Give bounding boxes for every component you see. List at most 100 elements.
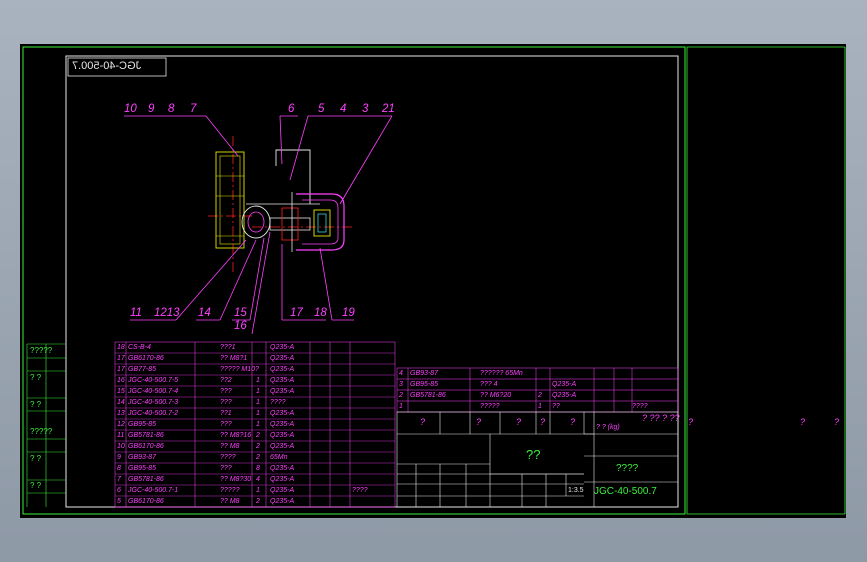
tb-main-title: ??	[526, 447, 541, 462]
bom-row-material: Q235-A	[270, 421, 295, 428]
bom-row-code: GB5781-86	[128, 476, 164, 483]
bom-row-code: JGC-40-500.7-3	[128, 399, 179, 406]
upper-row-material: Q235-A	[552, 381, 577, 388]
right-mark-3: ?	[834, 417, 840, 427]
balloon-top-9: 9	[148, 103, 155, 115]
upper-row-no: 4	[399, 370, 403, 377]
upper-row-qty: 1	[538, 403, 542, 410]
bom-row-note: ????	[352, 487, 368, 494]
balloon-top-8: 8	[168, 103, 175, 115]
balloon-top-6: 6	[288, 103, 295, 115]
bom-row-name: ?? M8?16	[220, 432, 252, 439]
tb-c: ?	[516, 417, 522, 427]
bom-row-qty: 8	[256, 465, 260, 472]
bom-row-name: ???	[220, 421, 232, 428]
bom-row-material: Q235-A	[270, 487, 295, 494]
right-mark-2: ?	[800, 417, 806, 427]
left-strip-cell: ? ?	[30, 481, 42, 490]
upper-row-name: ??? 4	[480, 381, 498, 388]
bom-row-name: ???	[220, 465, 232, 472]
upper-row-name: ?????	[480, 403, 500, 410]
balloon-top-4: 4	[340, 103, 347, 115]
bom-row-no: 7	[117, 476, 121, 483]
bom-row-no: 18	[117, 344, 125, 351]
bom-row-no: 5	[117, 498, 121, 505]
left-strip-cell: ? ?	[30, 454, 42, 463]
drawing-canvas[interactable]: JGC-40-500.7 10 9 8 7 6 5 4 3 21 11 1213 14 15 17 18 1…	[20, 44, 846, 518]
upper-row-no: 3	[399, 381, 403, 388]
bom-row-no: 13	[117, 410, 125, 417]
bom-row-material: Q235-A	[270, 476, 295, 483]
tb-drawing-code: JGC-40-500.7	[594, 486, 657, 497]
balloon-top-10: 10	[124, 103, 137, 115]
bom-row-no: 12	[117, 421, 125, 428]
bom-row-name: ????	[220, 454, 236, 461]
tb-b: ?	[476, 417, 482, 427]
bom-row-code: GB93-87	[128, 454, 157, 461]
bom-row-name: ?? M8	[220, 443, 240, 450]
bom-row-material: Q235-A	[270, 498, 295, 505]
bom-row-code: GB6170-86	[128, 498, 164, 505]
bom-row-code: GB5781-86	[128, 432, 164, 439]
bom-row-qty: 1	[256, 388, 260, 395]
bom-row-material: Q235-A	[270, 410, 295, 417]
bom-row-no: 17	[117, 366, 125, 373]
balloon-bottom-19: 19	[342, 307, 355, 319]
bom-row-material: Q235-A	[270, 344, 295, 351]
tb-scale: 1:3.5	[568, 487, 584, 494]
bom-row-qty: 1	[256, 421, 260, 428]
balloon-bottom-11: 11	[130, 307, 142, 319]
left-strip-cell: ?????	[30, 346, 53, 355]
tb-d: ?	[540, 417, 546, 427]
upper-row-no: 2	[399, 392, 403, 399]
bom-row-code: JGC-40-500.7-4	[128, 388, 179, 395]
balloon-bottom-14: 14	[198, 307, 211, 319]
balloon-top-3: 3	[362, 103, 369, 115]
bom-row-no: 16	[117, 377, 125, 384]
mirrored-drawing-number: JGC-40-500.7	[72, 60, 142, 72]
bom-row-qty: 1	[256, 487, 260, 494]
bom-row-code: GB6170-86	[128, 355, 164, 362]
bom-row-material: Q235-A	[270, 366, 295, 373]
tb-weight: ? ? (kg)	[596, 424, 620, 431]
tb-a: ?	[420, 417, 426, 427]
bom-row-no: 9	[117, 454, 121, 461]
left-strip-cell: ? ?	[30, 373, 42, 382]
upper-row-qty: 2	[538, 392, 542, 399]
upper-row-code: GB95-85	[410, 381, 439, 388]
balloon-bottom-1213: 1213	[154, 307, 180, 319]
bom-row-name: ?? M8?30	[220, 476, 252, 483]
bom-row-name: ???	[220, 399, 232, 406]
bom-row-code: GB77-85	[128, 366, 157, 373]
bom-row-name: ?????	[220, 487, 240, 494]
upper-row-name: ?? M6?20	[480, 392, 512, 399]
bom-row-name: ????? M10?	[220, 366, 259, 373]
upper-row-no: 1	[399, 403, 403, 410]
bom-row-name: ???1	[220, 344, 236, 351]
bom-row-name: ?? M8?1	[220, 355, 248, 362]
bom-row-qty: 2	[256, 498, 260, 505]
balloon-16: 16	[234, 320, 247, 332]
bom-row-material: Q235-A	[270, 377, 295, 384]
header-marks: ? ?? ? ??	[642, 413, 680, 423]
bom-row-code: GB95-85	[128, 421, 157, 428]
upper-row-material: ??	[552, 403, 560, 410]
bom-row-no: 6	[117, 487, 121, 494]
bom-row-name: ??1	[220, 410, 232, 417]
bom-row-code: GB6170-86	[128, 443, 164, 450]
bom-row-qty: 4	[256, 476, 260, 483]
balloon-bottom-17: 17	[290, 307, 303, 319]
bom-row-no: 17	[117, 355, 125, 362]
bom-row-no: 10	[117, 443, 125, 450]
bom-row-material: Q235-A	[270, 443, 295, 450]
bom-row-qty: 2	[256, 432, 260, 439]
upper-row-code: GB93-87	[410, 370, 439, 377]
bom-row-code: JGC-40-500.7-5	[128, 377, 179, 384]
balloon-top-21: 21	[382, 103, 395, 115]
bom-row-code: JGC-40-500.7-1	[128, 487, 179, 494]
bom-row-name: ?? M8	[220, 498, 240, 505]
left-strip-cell: ?????	[30, 427, 53, 436]
upper-row-code: GB5781-86	[410, 392, 446, 399]
bom-row-code: JGC-40-500.7-2	[128, 410, 179, 417]
bom-row-qty: 2	[256, 454, 260, 461]
